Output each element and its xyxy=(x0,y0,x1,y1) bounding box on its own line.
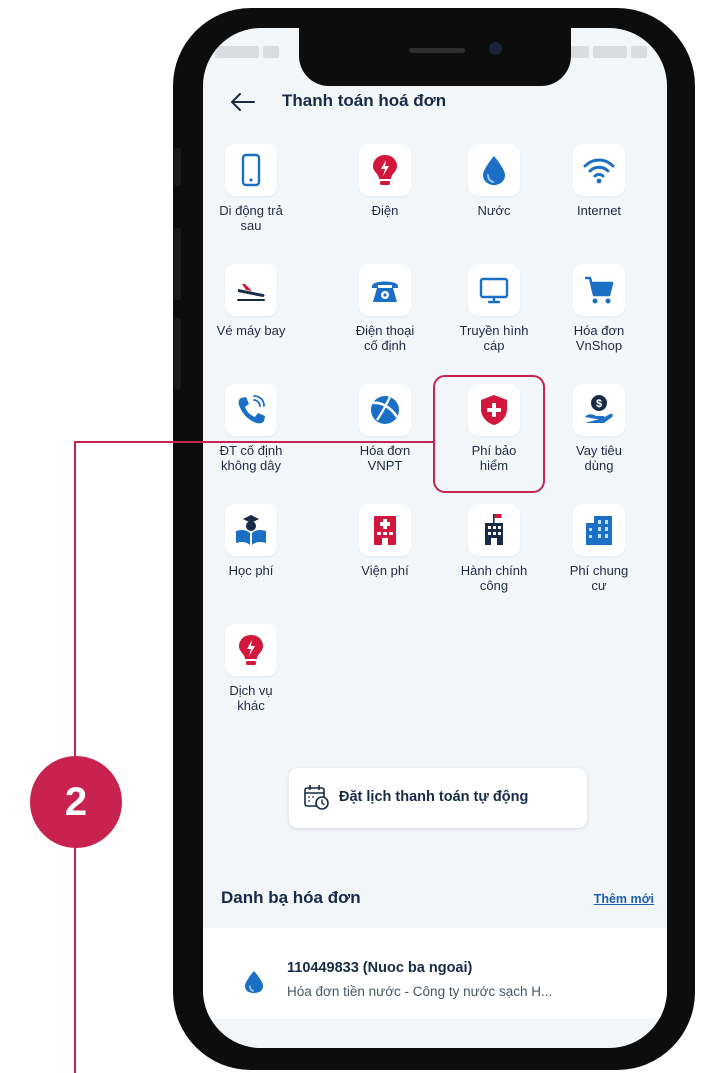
lightbulb-icon xyxy=(225,624,277,676)
service-mobile-postpaid[interactable]: Di động trả sau xyxy=(203,144,307,233)
airplane-icon xyxy=(225,264,277,316)
tv-icon xyxy=(468,264,520,316)
lightbulb-icon xyxy=(359,144,411,196)
status-bar-right xyxy=(569,46,647,60)
service-cable-tv[interactable]: Truyền hình cáp xyxy=(438,264,550,353)
service-label: Internet xyxy=(576,203,622,218)
add-new-link[interactable]: Thêm mới xyxy=(594,892,654,906)
service-other[interactable]: Dịch vụ khác xyxy=(203,624,307,713)
phone-mute-switch xyxy=(174,148,181,186)
service-label: Hóa đơn VNPT xyxy=(359,443,411,473)
service-label: Hành chính công xyxy=(460,563,528,593)
service-label: Viện phí xyxy=(361,563,409,578)
service-hospital-fee[interactable]: Viện phí xyxy=(329,504,441,578)
camera xyxy=(489,42,502,55)
highlight-box xyxy=(433,375,545,493)
calendar-clock-icon xyxy=(304,785,329,810)
apartment-building-icon xyxy=(573,504,625,556)
service-consumer-loan[interactable]: $ Vay tiêu dùng xyxy=(543,384,655,473)
service-label: Nước xyxy=(477,203,511,218)
government-building-icon xyxy=(468,504,520,556)
service-electricity[interactable]: Điện xyxy=(329,144,441,218)
service-public-administration[interactable]: Hành chính công xyxy=(438,504,550,593)
service-vnshop-bill[interactable]: Hóa đơn VnShop xyxy=(543,264,655,353)
service-landline[interactable]: Điện thoại cố định xyxy=(329,264,441,353)
callout-line-horizontal xyxy=(74,441,435,443)
graduate-book-icon xyxy=(225,504,277,556)
service-label: Điện xyxy=(371,203,399,218)
service-label: Phí chung cư xyxy=(569,563,629,593)
loan-hand-icon: $ xyxy=(573,384,625,436)
service-label: Học phí xyxy=(228,563,274,578)
bill-description: Hóa đơn tiền nước - Công ty nước sạch H.… xyxy=(287,984,553,999)
status-bar-left xyxy=(215,46,279,60)
back-arrow-icon[interactable] xyxy=(229,90,257,114)
shopping-cart-icon xyxy=(573,264,625,316)
speaker xyxy=(409,48,465,53)
mobile-phone-icon xyxy=(225,144,277,196)
phone-volume-down xyxy=(174,318,181,390)
service-label: Di động trả sau xyxy=(219,203,283,233)
service-label: Vé máy bay xyxy=(216,323,286,338)
schedule-autopay-label: Đặt lịch thanh toán tự động xyxy=(339,789,529,805)
bill-list-item[interactable]: 110449833 (Nuoc ba ngoai) Hóa đơn tiền n… xyxy=(203,928,667,1018)
step-number-badge: 2 xyxy=(30,756,122,848)
service-airline-ticket[interactable]: Vé máy bay xyxy=(203,264,307,338)
service-label: ĐT cố định không dây xyxy=(219,443,283,473)
wireless-phone-icon xyxy=(225,384,277,436)
service-label: Dịch vụ khác xyxy=(229,683,273,713)
phone-volume-up xyxy=(174,228,181,300)
app-screen: Thanh toán hoá đơn Di động trả sau Điện … xyxy=(203,28,667,1048)
water-drop-icon xyxy=(245,971,263,993)
service-tuition[interactable]: Học phí xyxy=(203,504,307,578)
schedule-autopay-button[interactable]: Đặt lịch thanh toán tự động xyxy=(289,768,587,828)
service-apartment-fee[interactable]: Phí chung cư xyxy=(543,504,655,593)
app-header: Thanh toán hoá đơn xyxy=(203,86,667,126)
landline-phone-icon xyxy=(359,264,411,316)
bill-directory-title: Danh bạ hóa đơn xyxy=(221,888,361,907)
service-water[interactable]: Nước xyxy=(438,144,550,218)
hospital-icon xyxy=(359,504,411,556)
service-label: Hóa đơn VnShop xyxy=(573,323,625,353)
svg-text:$: $ xyxy=(596,398,602,410)
service-wireless-landline[interactable]: ĐT cố định không dây xyxy=(203,384,307,473)
wifi-icon xyxy=(573,144,625,196)
service-label: Điện thoại cố định xyxy=(355,323,415,353)
service-label: Vay tiêu dùng xyxy=(575,443,622,473)
service-internet[interactable]: Internet xyxy=(543,144,655,218)
page-title: Thanh toán hoá đơn xyxy=(282,91,447,110)
notch xyxy=(299,28,571,86)
water-drop-icon xyxy=(468,144,520,196)
bill-name: 110449833 (Nuoc ba ngoai) xyxy=(287,960,473,976)
vnpt-logo-icon xyxy=(359,384,411,436)
service-vnpt-bill[interactable]: Hóa đơn VNPT xyxy=(329,384,441,473)
service-label: Truyền hình cáp xyxy=(459,323,529,353)
